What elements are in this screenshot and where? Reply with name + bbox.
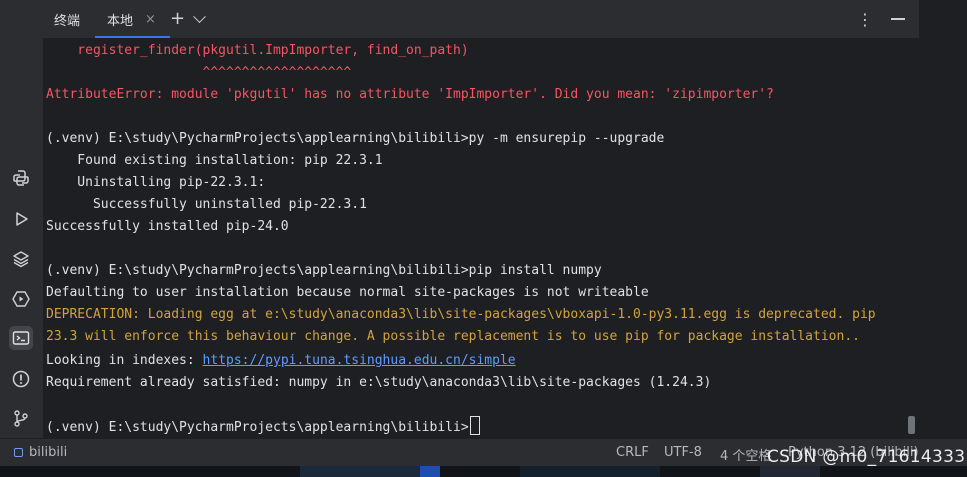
terminal-line: Defaulting to user installation because …: [46, 285, 649, 300]
terminal-line: 23.3 will enforce this behaviour change.…: [46, 329, 860, 344]
terminal-output[interactable]: register_finder(pkgutil.ImpImporter, fin…: [43, 38, 919, 438]
left-tool-strip: [0, 0, 43, 438]
terminal-header: 终端 本地 × + ⋮: [43, 0, 919, 38]
terminal-line: DEPRECATION: Loading egg at e:\study\ana…: [46, 307, 876, 322]
chevron-down-icon[interactable]: [193, 9, 206, 23]
scrollbar-thumb[interactable]: [908, 416, 915, 434]
indent-setting[interactable]: 4 个空格: [720, 445, 771, 464]
project-icon: [14, 448, 23, 457]
python-console-icon[interactable]: [9, 166, 33, 190]
prompt-text: (.venv) E:\study\PycharmProjects\applear…: [46, 420, 469, 435]
index-url-link[interactable]: https://pypi.tuna.tsinghua.edu.cn/simple: [203, 353, 516, 368]
minimize-icon[interactable]: [891, 18, 905, 20]
desktop-background: [0, 466, 967, 477]
terminal-line: Uninstalling pip-22.3.1:: [46, 175, 266, 190]
project-name: bilibili: [29, 445, 68, 460]
terminal-line: ^^^^^^^^^^^^^^^^^^^: [46, 65, 352, 80]
terminal-line: Successfully uninstalled pip-22.3.1: [46, 197, 367, 212]
terminal-line: (.venv) E:\study\PycharmProjects\applear…: [46, 263, 602, 278]
terminal-icon[interactable]: [9, 326, 33, 350]
tab-local-label: 本地: [107, 13, 134, 29]
terminal-line: Found existing installation: pip 22.3.1: [46, 153, 383, 168]
line-ending[interactable]: CRLF: [616, 445, 649, 460]
project-widget[interactable]: bilibili: [14, 445, 67, 460]
problems-icon[interactable]: [9, 367, 33, 391]
terminal-prompt-line[interactable]: (.venv) E:\study\PycharmProjects\applear…: [46, 416, 480, 439]
tab-local[interactable]: 本地 ×: [95, 0, 170, 38]
text-cursor: [469, 416, 480, 435]
new-tab-icon[interactable]: +: [170, 10, 185, 28]
terminal-line: (.venv) E:\study\PycharmProjects\applear…: [46, 131, 665, 146]
terminal-line: Successfully installed pip-24.0: [46, 219, 289, 234]
services-icon[interactable]: [9, 287, 33, 311]
file-encoding[interactable]: UTF-8: [664, 445, 702, 460]
terminal-line: AttributeError: module 'pkgutil' has no …: [46, 87, 774, 102]
git-icon[interactable]: [9, 406, 33, 430]
terminal-line: Requirement already satisfied: numpy in …: [46, 375, 712, 390]
close-tab-icon[interactable]: ×: [145, 12, 156, 27]
csdn-watermark: CSDN @m0_71614333: [767, 447, 966, 467]
terminal-line: Looking in indexes: https://pypi.tuna.ts…: [46, 353, 516, 368]
more-options-icon[interactable]: ⋮: [857, 10, 873, 29]
run-icon[interactable]: [9, 207, 33, 231]
layers-icon[interactable]: [9, 247, 33, 271]
tool-window-title: 终端: [54, 13, 81, 29]
terminal-line: register_finder(pkgutil.ImpImporter, fin…: [46, 43, 469, 58]
